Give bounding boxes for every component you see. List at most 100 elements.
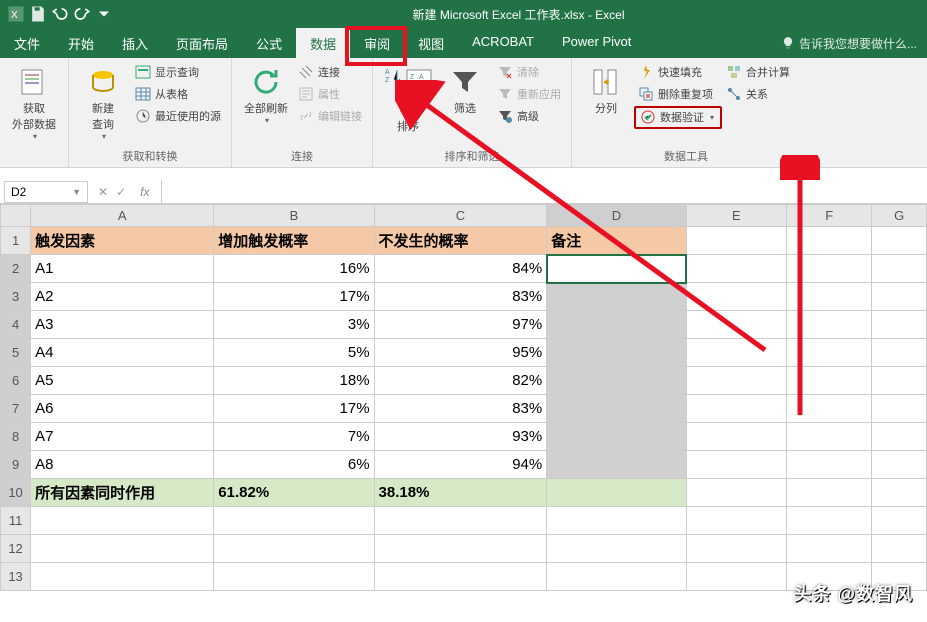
- cell[interactable]: [31, 507, 214, 535]
- advanced-filter-button[interactable]: 高级: [493, 106, 565, 126]
- cell[interactable]: [547, 563, 686, 591]
- cell[interactable]: [872, 423, 927, 451]
- redo-icon[interactable]: [72, 4, 92, 24]
- cell[interactable]: [686, 423, 787, 451]
- row-header[interactable]: 3: [1, 283, 31, 311]
- cell[interactable]: 备注: [547, 227, 686, 255]
- cell[interactable]: [214, 535, 374, 563]
- relationships-button[interactable]: 关系: [722, 84, 794, 104]
- cell[interactable]: 17%: [214, 395, 374, 423]
- sort-desc-icon[interactable]: ZA: [398, 96, 418, 116]
- cell[interactable]: A2: [31, 283, 214, 311]
- cell[interactable]: [686, 227, 787, 255]
- cell[interactable]: 7%: [214, 423, 374, 451]
- cell[interactable]: [374, 507, 547, 535]
- cell[interactable]: [686, 451, 787, 479]
- cell-active[interactable]: [547, 255, 686, 283]
- cell[interactable]: [686, 367, 787, 395]
- cell[interactable]: 16%: [214, 255, 374, 283]
- cell[interactable]: 84%: [374, 255, 547, 283]
- row-header[interactable]: 11: [1, 507, 31, 535]
- cell[interactable]: [686, 507, 787, 535]
- row-header[interactable]: 10: [1, 479, 31, 507]
- cell[interactable]: [547, 479, 686, 507]
- cell[interactable]: 触发因素: [31, 227, 214, 255]
- cell[interactable]: [686, 479, 787, 507]
- cell[interactable]: A3: [31, 311, 214, 339]
- cell[interactable]: 5%: [214, 339, 374, 367]
- cell[interactable]: [686, 535, 787, 563]
- cell[interactable]: 61.82%: [214, 479, 374, 507]
- cell[interactable]: A6: [31, 395, 214, 423]
- cell[interactable]: [872, 507, 927, 535]
- col-header[interactable]: B: [214, 205, 374, 227]
- tab-page-layout[interactable]: 页面布局: [162, 28, 242, 58]
- cell[interactable]: 不发生的概率: [374, 227, 547, 255]
- cell[interactable]: A7: [31, 423, 214, 451]
- cell[interactable]: [31, 563, 214, 591]
- cell[interactable]: A5: [31, 367, 214, 395]
- cell[interactable]: [787, 451, 872, 479]
- cell[interactable]: A1: [31, 255, 214, 283]
- cell[interactable]: [787, 535, 872, 563]
- tab-view[interactable]: 视图: [404, 28, 458, 58]
- cell[interactable]: [787, 311, 872, 339]
- filter-button[interactable]: 筛选: [437, 62, 493, 120]
- cell[interactable]: [787, 227, 872, 255]
- cell[interactable]: [686, 255, 787, 283]
- cell[interactable]: [872, 563, 927, 591]
- row-header[interactable]: 8: [1, 423, 31, 451]
- cell[interactable]: 95%: [374, 339, 547, 367]
- col-header[interactable]: D: [547, 205, 686, 227]
- cell[interactable]: 97%: [374, 311, 547, 339]
- cell[interactable]: [31, 535, 214, 563]
- qat-dropdown-icon[interactable]: [94, 4, 114, 24]
- fx-icon[interactable]: fx: [134, 185, 155, 199]
- select-all-corner[interactable]: [1, 205, 31, 227]
- text-to-columns-button[interactable]: 分列: [578, 62, 634, 120]
- data-validation-button[interactable]: 数据验证: [634, 106, 722, 129]
- cell[interactable]: [374, 535, 547, 563]
- worksheet-grid[interactable]: A B C D E F G 1 触发因素 增加触发概率 不发生的概率 备注 2 …: [0, 204, 927, 591]
- cell[interactable]: [547, 535, 686, 563]
- undo-icon[interactable]: [50, 4, 70, 24]
- tab-powerpivot[interactable]: Power Pivot: [548, 28, 645, 58]
- cell[interactable]: [787, 367, 872, 395]
- consolidate-button[interactable]: 合并计算: [722, 62, 794, 82]
- cell[interactable]: [547, 395, 686, 423]
- confirm-formula-icon[interactable]: ✓: [116, 185, 126, 199]
- cell[interactable]: [787, 283, 872, 311]
- cell[interactable]: [872, 255, 927, 283]
- cell[interactable]: 83%: [374, 283, 547, 311]
- cell[interactable]: [787, 255, 872, 283]
- cell[interactable]: 94%: [374, 451, 547, 479]
- cell[interactable]: [686, 283, 787, 311]
- row-header[interactable]: 7: [1, 395, 31, 423]
- remove-duplicates-button[interactable]: 删除重复项: [634, 84, 722, 104]
- cell[interactable]: 18%: [214, 367, 374, 395]
- cell[interactable]: [872, 227, 927, 255]
- cell[interactable]: 17%: [214, 283, 374, 311]
- tab-file[interactable]: 文件: [0, 28, 54, 58]
- col-header[interactable]: G: [872, 205, 927, 227]
- flash-fill-button[interactable]: 快速填充: [634, 62, 722, 82]
- tab-home[interactable]: 开始: [54, 28, 108, 58]
- connections-button[interactable]: 连接: [294, 62, 366, 82]
- tell-me-search[interactable]: 告诉我您想要做什么...: [771, 28, 927, 58]
- recent-sources-button[interactable]: 最近使用的源: [131, 106, 225, 126]
- cell[interactable]: [547, 367, 686, 395]
- row-header[interactable]: 9: [1, 451, 31, 479]
- col-header[interactable]: F: [787, 205, 872, 227]
- row-header[interactable]: 4: [1, 311, 31, 339]
- cell[interactable]: [547, 451, 686, 479]
- cell[interactable]: [686, 395, 787, 423]
- col-header[interactable]: C: [374, 205, 547, 227]
- row-header[interactable]: 5: [1, 339, 31, 367]
- namebox-dropdown-icon[interactable]: ▼: [72, 187, 81, 197]
- tab-formulas[interactable]: 公式: [242, 28, 296, 58]
- cancel-formula-icon[interactable]: ✕: [98, 185, 108, 199]
- cell[interactable]: [686, 311, 787, 339]
- cell[interactable]: [686, 339, 787, 367]
- row-header[interactable]: 2: [1, 255, 31, 283]
- row-header[interactable]: 6: [1, 367, 31, 395]
